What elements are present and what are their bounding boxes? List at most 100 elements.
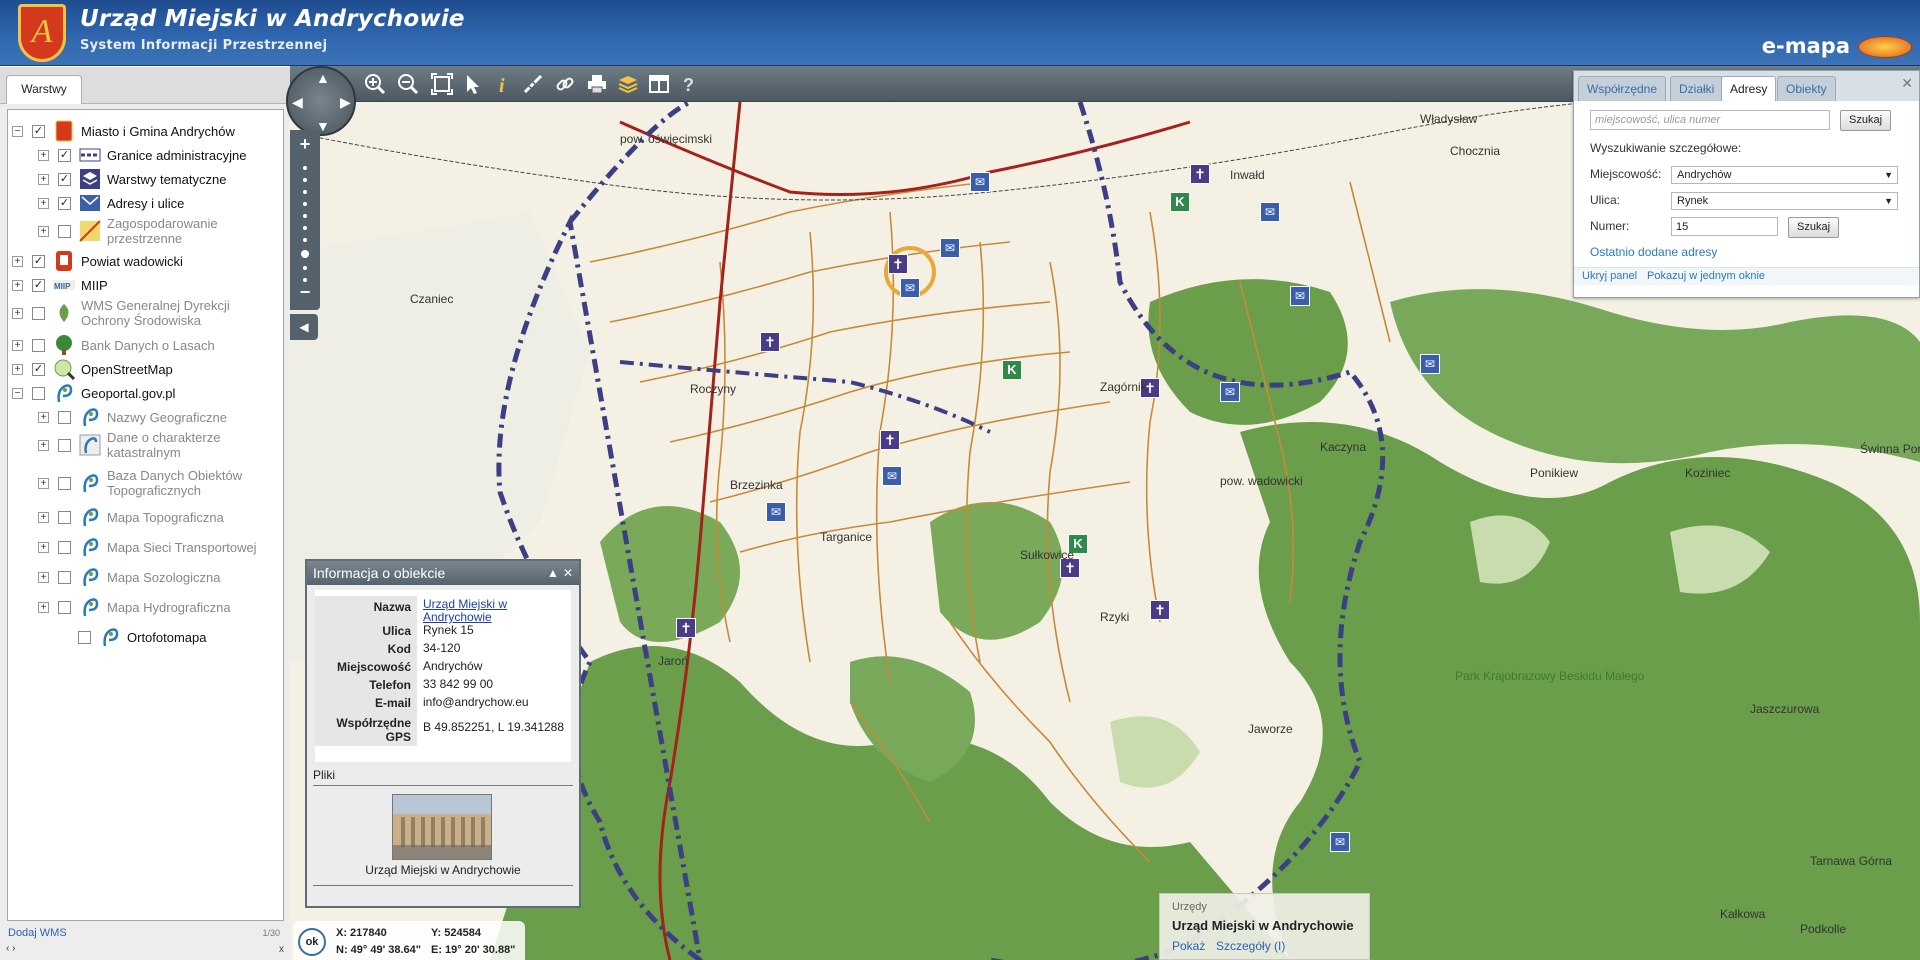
poi-marker[interactable]: ✝: [760, 332, 780, 352]
layer-checkbox[interactable]: ✓: [58, 196, 71, 210]
tab-parcels[interactable]: Działki: [1670, 76, 1724, 101]
zoom-extent-icon[interactable]: [429, 71, 455, 97]
detailed-search-button[interactable]: Szukaj: [1788, 217, 1840, 238]
tab-layers[interactable]: Warstwy: [6, 75, 82, 104]
layer-row[interactable]: + ✓ Adresy i ulice: [38, 192, 278, 214]
layer-row[interactable]: + ✓ MIIP MIIP: [12, 274, 278, 296]
layer-checkbox[interactable]: ✓: [32, 362, 45, 376]
zoom-level-dot[interactable]: [303, 178, 307, 182]
pan-control[interactable]: ▲ ▼ ◀ ▶: [286, 66, 356, 136]
layer-row[interactable]: − ✓ Miasto i Gmina Andrychów: [12, 120, 278, 142]
expand-toggle[interactable]: +: [12, 279, 23, 291]
expand-toggle[interactable]: +: [38, 541, 49, 553]
info-link[interactable]: Urząd Miejski w Andrychowie: [423, 596, 571, 624]
layer-checkbox[interactable]: [32, 386, 45, 400]
poi-marker[interactable]: K: [1170, 192, 1190, 212]
zoom-out-button[interactable]: −: [290, 282, 320, 303]
layer-checkbox[interactable]: [58, 438, 71, 452]
poi-marker[interactable]: ✉: [1330, 832, 1350, 852]
expand-toggle[interactable]: +: [38, 173, 49, 185]
layer-row[interactable]: + Mapa Sieci Transportowej: [38, 536, 278, 558]
layer-row[interactable]: + Mapa Sozologiczna: [38, 566, 278, 588]
expand-toggle[interactable]: +: [12, 339, 23, 351]
collapse-sidebar-button[interactable]: ◀: [290, 314, 318, 340]
info-icon[interactable]: i: [490, 71, 516, 97]
expand-toggle[interactable]: +: [12, 363, 23, 375]
zoom-level-dot[interactable]: [303, 238, 307, 242]
pan-left-icon[interactable]: ◀: [292, 94, 303, 111]
layer-checkbox[interactable]: [58, 510, 71, 524]
layer-checkbox[interactable]: [58, 224, 71, 238]
layer-checkbox[interactable]: ✓: [32, 254, 45, 268]
quick-search-button[interactable]: Szukaj: [1840, 110, 1892, 131]
layer-row[interactable]: + Zagospodarowanie przestrzenne: [38, 214, 278, 248]
recent-addresses-link[interactable]: Ostatnio dodane adresy: [1590, 245, 1717, 259]
poi-marker[interactable]: ✉: [1260, 202, 1280, 222]
close-icon[interactable]: ✕: [1901, 75, 1913, 92]
layer-row[interactable]: + Mapa Topograficzna: [38, 506, 278, 528]
zoom-level-dot[interactable]: [303, 202, 307, 206]
number-field[interactable]: [1671, 217, 1778, 236]
help-icon[interactable]: ?: [676, 71, 702, 97]
layer-checkbox[interactable]: ✓: [32, 124, 45, 138]
layer-checkbox[interactable]: [58, 476, 71, 490]
brand-name[interactable]: e-mapa: [1762, 34, 1850, 58]
collapse-icon[interactable]: ▲: [547, 561, 559, 585]
link-icon[interactable]: [552, 71, 578, 97]
expand-toggle[interactable]: +: [38, 511, 49, 523]
layers-icon[interactable]: [615, 71, 641, 97]
zoom-in-icon[interactable]: [362, 71, 388, 97]
poi-marker[interactable]: ✉: [970, 172, 990, 192]
poi-marker[interactable]: ✉: [1420, 354, 1440, 374]
add-wms-link[interactable]: Dodaj WMS: [8, 927, 67, 939]
close-icon[interactable]: x: [279, 944, 284, 955]
poi-marker[interactable]: ✝: [676, 618, 696, 638]
zoom-level-dot[interactable]: [303, 226, 307, 230]
tab-coordinates[interactable]: Współrzędne: [1578, 76, 1667, 101]
layer-row[interactable]: + ✓ Granice administracyjne: [38, 144, 278, 166]
collapse-toggle[interactable]: −: [12, 387, 23, 399]
layer-checkbox[interactable]: [58, 410, 71, 424]
quick-search-input[interactable]: [1590, 110, 1830, 130]
expand-toggle[interactable]: +: [12, 307, 23, 319]
town-select[interactable]: Andrychów ▼: [1671, 166, 1898, 184]
expand-toggle[interactable]: +: [38, 225, 49, 237]
building-photo[interactable]: [392, 794, 492, 860]
expand-toggle[interactable]: +: [38, 477, 49, 489]
tooltip-show-link[interactable]: Pokaż: [1172, 939, 1205, 953]
layer-row[interactable]: + ✓ Warstwy tematyczne: [38, 168, 278, 190]
layer-row[interactable]: − Geoportal.gov.pl: [12, 382, 278, 404]
poi-marker[interactable]: ✉: [882, 466, 902, 486]
poi-marker[interactable]: ✉: [1290, 286, 1310, 306]
ok-button[interactable]: ok: [298, 928, 326, 956]
layer-row[interactable]: + Nazwy Geograficzne: [38, 406, 278, 428]
layer-checkbox[interactable]: ✓: [32, 278, 45, 292]
single-window-link[interactable]: Pokazuj w jednym oknie: [1647, 270, 1765, 282]
hide-panel-link[interactable]: Ukryj panel: [1582, 270, 1637, 282]
poi-marker[interactable]: ✝: [1190, 164, 1210, 184]
layer-checkbox[interactable]: [58, 570, 71, 584]
layer-checkbox[interactable]: [32, 306, 45, 320]
expand-toggle[interactable]: +: [38, 149, 49, 161]
street-select[interactable]: Rynek ▼: [1671, 192, 1898, 210]
layer-row[interactable]: + Bank Danych o Lasach: [12, 334, 278, 356]
expand-toggle[interactable]: +: [38, 197, 49, 209]
collapse-toggle[interactable]: −: [12, 125, 23, 137]
tooltip-details-link[interactable]: Szczegóły (I): [1216, 939, 1285, 953]
pan-up-icon[interactable]: ▲: [316, 70, 330, 86]
zoom-out-icon[interactable]: [395, 71, 421, 97]
expand-toggle[interactable]: +: [38, 601, 49, 613]
zoom-in-button[interactable]: +: [290, 134, 320, 155]
tab-objects[interactable]: Obiekty: [1777, 76, 1836, 101]
layer-checkbox[interactable]: [58, 540, 71, 554]
layer-checkbox[interactable]: ✓: [58, 148, 71, 162]
layer-row[interactable]: + ✓ Powiat wadowicki: [12, 250, 278, 272]
layer-row[interactable]: + Mapa Hydrograficzna: [38, 596, 278, 618]
layer-row[interactable]: + Dane o charakterze katastralnym: [38, 428, 278, 462]
expand-toggle[interactable]: +: [38, 411, 49, 423]
expand-toggle[interactable]: +: [12, 255, 23, 267]
nav-arrows[interactable]: ‹ ›: [6, 943, 15, 954]
layer-row[interactable]: + ✓ OpenStreetMap: [12, 358, 278, 380]
zoom-slider[interactable]: + −: [290, 130, 320, 310]
poi-marker[interactable]: ✝: [880, 430, 900, 450]
